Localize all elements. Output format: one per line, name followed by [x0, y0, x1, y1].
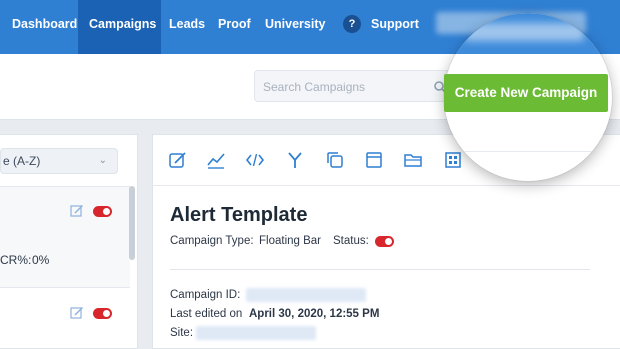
- search-input[interactable]: [263, 78, 423, 96]
- list-item[interactable]: [0, 186, 130, 288]
- last-edited-label: Last edited on: [170, 308, 243, 320]
- edit-icon[interactable]: [70, 204, 84, 218]
- sort-select-value: e (A-Z): [3, 154, 41, 168]
- campaign-type-value: Floating Bar: [259, 235, 322, 247]
- nav-support[interactable]: Support: [371, 0, 419, 54]
- edit-icon[interactable]: [168, 150, 188, 170]
- campaign-id-label: Campaign ID:: [170, 289, 241, 301]
- nav-proof[interactable]: Proof: [218, 0, 251, 54]
- window-icon[interactable]: [364, 150, 384, 170]
- site-value: [196, 326, 316, 340]
- campaign-type-label: Campaign Type:: [170, 235, 254, 247]
- chevron-down-icon: ⌄: [98, 155, 107, 166]
- last-edited-value: April 30, 2020, 12:55 PM: [249, 308, 380, 320]
- divider: [170, 269, 590, 270]
- create-campaign-button[interactable]: Create New Campaign: [444, 74, 608, 112]
- nav-dashboard[interactable]: Dashboard: [12, 0, 77, 54]
- status-label: Status:: [333, 235, 369, 247]
- campaign-id-value: [246, 288, 366, 302]
- status-toggle[interactable]: [93, 206, 112, 217]
- folder-icon[interactable]: [403, 150, 423, 170]
- scrollbar[interactable]: [129, 186, 135, 260]
- site-label: Site:: [170, 327, 194, 339]
- cr-value: 0%: [32, 253, 50, 267]
- status-toggle[interactable]: [93, 308, 112, 319]
- edit-icon[interactable]: [70, 306, 84, 320]
- sort-select[interactable]: e (A-Z) ⌄: [0, 148, 118, 174]
- split-test-icon[interactable]: [285, 150, 305, 170]
- duplicate-icon[interactable]: [325, 150, 345, 170]
- lens-account-blur: [464, 23, 584, 41]
- code-icon[interactable]: [245, 150, 265, 170]
- analytics-icon[interactable]: [206, 150, 226, 170]
- lens-panel: [444, 151, 612, 181]
- nav-campaigns[interactable]: Campaigns: [78, 0, 161, 54]
- help-icon[interactable]: ?: [343, 15, 361, 33]
- status-toggle[interactable]: [375, 236, 394, 247]
- campaign-title: Alert Template: [170, 204, 308, 226]
- search-box[interactable]: [254, 70, 450, 102]
- nav-university[interactable]: University: [265, 0, 325, 54]
- nav-leads[interactable]: Leads: [169, 0, 205, 54]
- cr-label: CR%:: [0, 253, 32, 267]
